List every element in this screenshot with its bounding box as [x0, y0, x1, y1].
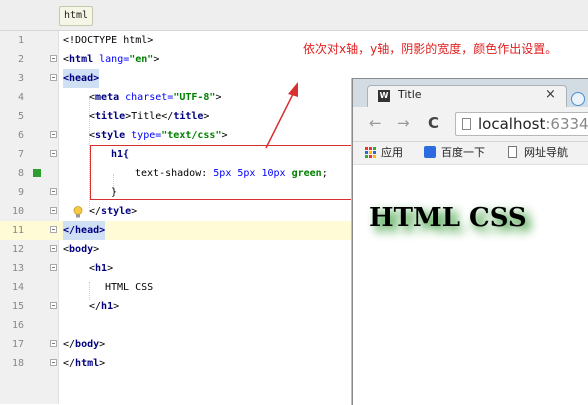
annotation-arrow-icon [265, 82, 298, 149]
line-number: 10 [11, 206, 24, 217]
line-number: 13 [11, 263, 24, 274]
close-tab-icon[interactable]: × [545, 87, 556, 102]
code-text: HTML CSS [105, 282, 154, 293]
new-tab-icon[interactable] [571, 92, 585, 106]
browser-toolbar: ← → C localhost:6334 [353, 107, 588, 142]
code-text: </html> [63, 358, 106, 369]
code-text: <title>Title</title> [89, 111, 210, 122]
browser-tab[interactable]: W Title × [367, 85, 567, 107]
line-number: 15 [11, 301, 24, 312]
code-text: <meta charset="UTF-8"> [89, 92, 222, 103]
code-text: </h1> [89, 301, 120, 312]
fold-toggle-icon[interactable] [50, 131, 57, 138]
bookmark-baidu[interactable]: 百度一下 [441, 145, 485, 161]
page-content: HTML CSS [353, 165, 588, 405]
line-number: 9 [17, 187, 24, 198]
line-number: 4 [17, 92, 24, 103]
address-bar[interactable]: localhost:6334 [455, 112, 588, 136]
code-text: </body> [63, 339, 106, 350]
browser-window: W Title × ← → C localhost:6334 应用 百度一下 网… [352, 78, 588, 405]
page-icon [462, 118, 471, 130]
fold-toggle-icon[interactable] [50, 74, 57, 81]
line-number: 17 [11, 339, 24, 350]
line-number: 14 [11, 282, 24, 293]
bookmark-apps[interactable]: 应用 [381, 145, 403, 161]
annotation-text: 依次对x轴，y轴，阴影的宽度，颜色作出设置。 [303, 42, 558, 56]
fold-toggle-icon[interactable] [50, 359, 57, 366]
fold-toggle-icon[interactable] [50, 245, 57, 252]
line-number: 5 [17, 111, 24, 122]
fold-toggle-icon[interactable] [50, 150, 57, 157]
line-number: 3 [17, 73, 24, 84]
code-text: <body> [63, 244, 100, 255]
line-number: 2 [17, 54, 24, 65]
bookmarks-bar: 应用 百度一下 网址导航 [353, 142, 588, 165]
tab-title: Title [398, 88, 422, 101]
code-text: <h1> [89, 263, 114, 274]
code-text: <head> [63, 69, 100, 88]
line-number: 18 [11, 358, 24, 369]
ide-tab-bar: html [0, 0, 588, 31]
fold-toggle-icon[interactable] [50, 226, 57, 233]
code-text: </style> [89, 206, 138, 217]
file-tab-html[interactable]: html [59, 6, 94, 26]
fold-toggle-icon[interactable] [50, 302, 57, 309]
line-number: 1 [17, 35, 24, 46]
code-text: <!DOCTYPE html> [63, 35, 154, 46]
line-number: 6 [17, 130, 24, 141]
fold-toggle-icon[interactable] [50, 264, 57, 271]
line-number: 7 [17, 149, 24, 160]
page-heading: HTML CSS [369, 203, 527, 233]
fold-toggle-icon[interactable] [50, 340, 57, 347]
line-number: 8 [17, 168, 24, 179]
bookmark-nav[interactable]: 网址导航 [524, 145, 568, 161]
fold-toggle-icon[interactable] [50, 207, 57, 214]
page-icon [508, 146, 517, 158]
line-number: 16 [11, 320, 24, 331]
line-number: 11 [11, 225, 24, 236]
line-number: 12 [11, 244, 24, 255]
code-text: </head> [63, 221, 106, 240]
url-text: localhost:6334 [478, 115, 588, 133]
color-preview-icon[interactable] [33, 169, 41, 177]
code-text: <style type="text/css"> [89, 130, 228, 141]
fold-toggle-icon[interactable] [50, 188, 57, 195]
lightbulb-icon[interactable] [73, 206, 83, 218]
back-icon[interactable]: ← [369, 113, 382, 133]
browser-tab-strip: W Title × [353, 79, 588, 107]
apps-icon[interactable] [365, 147, 376, 158]
reload-icon[interactable]: C [428, 113, 439, 133]
fold-toggle-icon[interactable] [50, 55, 57, 62]
baidu-icon [424, 146, 436, 158]
favicon-icon: W [378, 90, 390, 102]
highlight-box [90, 145, 358, 200]
code-text: <html lang="en"> [63, 54, 160, 65]
forward-icon[interactable]: → [397, 113, 410, 133]
